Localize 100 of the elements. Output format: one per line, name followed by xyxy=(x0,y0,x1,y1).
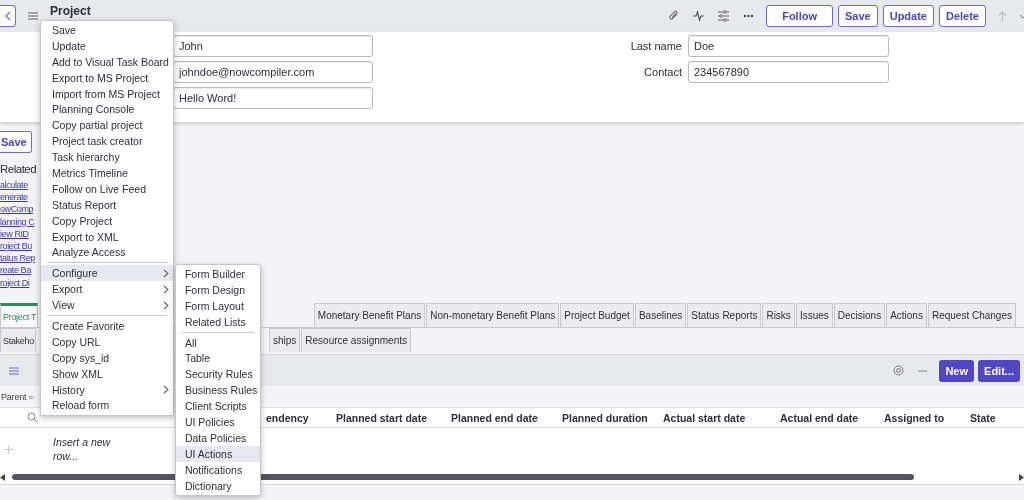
column-header: Assigned to xyxy=(884,411,945,424)
header-button[interactable]: Delete xyxy=(938,5,986,27)
tab[interactable]: Stakeho xyxy=(0,328,36,352)
text-field[interactable]: Hello Word! xyxy=(173,87,373,109)
text-field[interactable]: John xyxy=(173,35,373,57)
pulse-icon[interactable] xyxy=(693,10,705,22)
menu-item[interactable]: Export xyxy=(41,281,173,298)
tab[interactable]: Issues xyxy=(795,303,833,327)
menu-item[interactable]: Configure xyxy=(41,265,173,282)
sliders-icon[interactable] xyxy=(718,10,730,22)
column-header: endency xyxy=(266,411,309,424)
menu-item[interactable]: Data Policies xyxy=(175,429,261,446)
tab[interactable]: Status Reports xyxy=(687,303,762,327)
section-heading: Related xyxy=(0,162,37,177)
field-label: Contact xyxy=(644,66,683,78)
menu-item[interactable]: Import from MS Project xyxy=(41,85,173,102)
menu-item[interactable]: UI Policies xyxy=(175,414,261,430)
column-header: Actual start date xyxy=(663,411,746,424)
filter-text: Parent = xyxy=(1,391,34,402)
minimize-icon[interactable] xyxy=(918,369,928,372)
paperclip-icon[interactable] xyxy=(668,10,680,22)
menu-item[interactable]: Metrics Timeline xyxy=(41,165,173,181)
menu-icon[interactable] xyxy=(9,366,19,375)
menu-item[interactable]: Copy partial project xyxy=(41,117,173,134)
related-link[interactable]: roject Di xyxy=(0,276,30,289)
menu-item[interactable]: Client Scripts xyxy=(175,398,261,414)
menu-item[interactable]: Follow on Live Feed xyxy=(41,180,173,197)
menu-item[interactable]: Export to XML xyxy=(41,228,173,245)
related-link[interactable]: owComp xyxy=(0,203,34,216)
caret-down-icon[interactable] xyxy=(1020,13,1024,19)
tab[interactable]: Resource assignments xyxy=(301,328,411,352)
search-icon[interactable] xyxy=(27,412,38,423)
header-button[interactable]: Save xyxy=(838,5,878,27)
text-field[interactable]: 234567890 xyxy=(688,61,889,83)
menu-item[interactable]: Save xyxy=(41,22,173,38)
menu-item[interactable]: Status Report xyxy=(41,196,173,213)
related-link[interactable]: reate Ba xyxy=(0,264,31,277)
tab[interactable]: Risks xyxy=(762,303,795,327)
menu-item[interactable]: Form Layout xyxy=(175,297,261,314)
column-header: State xyxy=(970,411,996,424)
header-button[interactable]: Follow xyxy=(766,5,833,27)
menu-item[interactable]: Add to Visual Task Board xyxy=(41,53,173,70)
list-button[interactable]: Edit... xyxy=(978,359,1020,382)
scroll-left-icon[interactable] xyxy=(0,473,5,481)
menu-icon[interactable] xyxy=(28,12,38,20)
related-link[interactable]: tatus Rep xyxy=(0,252,35,265)
related-link[interactable]: lanning C xyxy=(0,215,35,228)
menu-item[interactable]: Security Rules xyxy=(175,366,261,383)
tab[interactable]: ships xyxy=(268,328,301,352)
chevron-right-icon xyxy=(162,385,169,395)
related-link[interactable]: roject Bu xyxy=(0,240,32,253)
settings-icon[interactable] xyxy=(893,365,905,376)
menu-item[interactable]: Copy URL xyxy=(41,333,173,350)
menu-item[interactable]: Project task creator xyxy=(41,133,173,150)
tab[interactable]: Monetary Benefit Plans xyxy=(313,303,426,327)
menu-item[interactable]: Table xyxy=(175,350,261,367)
tab[interactable]: Actions xyxy=(886,303,927,327)
menu-item[interactable]: Copy Project xyxy=(41,212,173,229)
related-link[interactable]: enerate xyxy=(0,191,28,204)
chevron-left-icon xyxy=(4,11,11,21)
menu-item[interactable]: UI Actions xyxy=(175,445,261,462)
tab[interactable]: Baselines xyxy=(634,303,687,327)
related-link[interactable]: alculate xyxy=(0,179,28,192)
menu-item[interactable]: Form Builder xyxy=(175,266,261,282)
menu-item[interactable]: Business Rules xyxy=(175,382,261,399)
insert-row-link[interactable]: Insert a new row... xyxy=(53,435,115,463)
menu-item[interactable]: Dictionary xyxy=(175,477,261,494)
menu-item[interactable]: Export to MS Project xyxy=(41,69,173,86)
text-field[interactable]: Doe xyxy=(688,35,889,57)
tab[interactable]: Project Budget xyxy=(560,303,634,327)
related-link[interactable]: iew RID xyxy=(0,227,29,240)
menu-item[interactable]: Task hierarchy xyxy=(41,149,173,165)
menu-item[interactable]: Show XML xyxy=(41,365,173,382)
save-button[interactable]: Save xyxy=(0,131,32,153)
tab[interactable]: Non-monetary Benefit Plans xyxy=(426,303,560,327)
menu-item[interactable]: Reload form xyxy=(41,397,173,414)
tab[interactable]: Project T xyxy=(0,303,39,327)
header-button[interactable]: Update xyxy=(882,5,934,27)
menu-item[interactable]: Analyze Access xyxy=(41,244,173,261)
column-header: Planned end date xyxy=(451,411,538,424)
menu-item[interactable]: Related Lists xyxy=(175,313,261,330)
text-field[interactable]: johndoe@nowcompiler.com xyxy=(173,61,373,83)
menu-item[interactable]: Update xyxy=(41,37,173,54)
record-title: Project xyxy=(50,4,91,18)
menu-item[interactable]: All xyxy=(175,334,261,351)
tab[interactable]: Decisions xyxy=(833,303,886,327)
menu-item[interactable]: Planning Console xyxy=(41,101,173,118)
back-button[interactable] xyxy=(0,5,16,27)
menu-item[interactable]: Create Favorite xyxy=(41,318,173,334)
menu-item[interactable]: View xyxy=(41,297,173,314)
scroll-right-icon[interactable] xyxy=(1019,473,1024,481)
menu-item[interactable]: History xyxy=(41,381,173,398)
tab[interactable]: Request Changes xyxy=(927,303,1016,327)
column-header: Planned duration xyxy=(562,411,648,424)
list-button[interactable]: New xyxy=(939,359,975,382)
menu-item[interactable]: Form Design xyxy=(175,281,261,298)
column-header: Actual end date xyxy=(780,411,859,424)
menu-item[interactable]: Copy sys_id xyxy=(41,349,173,366)
menu-item[interactable]: Notifications xyxy=(175,461,261,478)
field-label: Last name xyxy=(630,40,683,52)
